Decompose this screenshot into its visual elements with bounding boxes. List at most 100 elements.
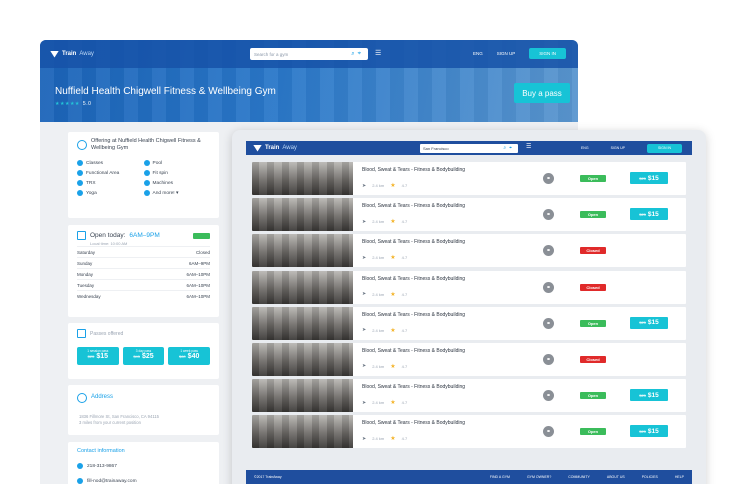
language-selector[interactable]: ENG [473, 51, 483, 56]
gym-photo[interactable] [252, 306, 353, 340]
result-row[interactable]: Blood, Sweat & Tears - Fitness & Bodybui… [252, 162, 686, 195]
link-icon[interactable]: ⚭ [543, 245, 554, 257]
classes-icon [77, 160, 83, 166]
search-input[interactable]: Search for a gym ⌕⌖ [250, 48, 368, 60]
link-icon[interactable]: ⚭ [543, 390, 554, 402]
result-row[interactable]: Blood, Sweat & Tears - Fitness & Bodybui… [252, 270, 686, 304]
signin-button[interactable]: SIGN IN [529, 48, 566, 59]
address-text: 1836 Fillmore St, San Francisco, CA 9411… [79, 414, 210, 426]
footer-link-about[interactable]: ABOUT US [607, 475, 625, 479]
location-icon[interactable]: ⌖ [509, 145, 515, 151]
search-input[interactable]: San Francisco ⌕⌖ [420, 143, 518, 153]
status-badge: Open [580, 211, 606, 219]
status-badge: Open [580, 428, 606, 436]
signup-link[interactable]: SIGN UP [611, 146, 625, 150]
logo[interactable]: Train Away [50, 50, 94, 58]
logo-brand: Train [265, 145, 280, 151]
navigation-icon: ➤ [362, 435, 367, 442]
amenity-label: Pool [152, 160, 163, 166]
phone-number[interactable]: 218-313-9867 [87, 464, 117, 469]
current-price: $15 [647, 174, 659, 182]
pass-option[interactable]: 1 week pass $60 $40 [168, 347, 211, 365]
results-list: Blood, Sweat & Tears - Fitness & Bodybui… [252, 162, 686, 452]
navigation-icon: ➤ [362, 399, 367, 406]
footer: ©2017 TrainAway FIND A GYM GYM OWNER? CO… [246, 470, 692, 484]
gym-name[interactable]: Blood, Sweat & Tears - Fitness & Bodybui… [362, 420, 504, 426]
gym-name[interactable]: Blood, Sweat & Tears - Fitness & Bodybui… [362, 384, 504, 390]
status-badge: Open [580, 175, 606, 182]
hours-row: Monday 6AM–10PM [77, 268, 210, 279]
menu-icon[interactable]: ☰ [375, 49, 383, 58]
email-address[interactable]: fill-nod@trainaway.com [87, 479, 137, 484]
gym-name[interactable]: Blood, Sweat & Tears - Fitness & Bodybui… [362, 203, 504, 209]
amenity-item: Functional Area [77, 170, 144, 176]
amenity-label: Functional Area [86, 170, 120, 176]
gym-photo[interactable] [252, 198, 353, 232]
link-icon[interactable]: ⚭ [543, 317, 554, 329]
gym-name[interactable]: Blood, Sweat & Tears - Fitness & Bodybui… [362, 167, 504, 173]
result-row[interactable]: Blood, Sweat & Tears - Fitness & Bodybui… [252, 379, 686, 413]
result-row[interactable]: Blood, Sweat & Tears - Fitness & Bodybui… [252, 234, 686, 268]
signin-button[interactable]: SIGN IN [646, 143, 682, 153]
buy-pass-button[interactable]: Buy a pass [514, 83, 570, 103]
language-selector[interactable]: ENG [581, 146, 589, 150]
price-button[interactable]: $25 $15 [630, 389, 668, 402]
navigation-icon: ➤ [362, 363, 367, 370]
gym-name[interactable]: Blood, Sweat & Tears - Fitness & Bodybui… [362, 312, 504, 318]
pass-option[interactable]: 1 session pass $25 $15 [77, 347, 119, 365]
signup-link[interactable]: SIGN UP [497, 51, 516, 56]
result-row[interactable]: Blood, Sweat & Tears - Fitness & Bodybui… [252, 198, 686, 232]
gym-photo[interactable] [252, 415, 353, 449]
and-more-toggle[interactable]: And more! ▾ [143, 190, 211, 196]
menu-icon[interactable]: ☰ [526, 143, 534, 152]
contact-label: Contact information [77, 448, 125, 454]
hours-row: Sunday 6AM–9PM [77, 257, 210, 268]
pass-old-price: $25 [87, 354, 95, 359]
logo[interactable]: Train Away [253, 144, 297, 152]
ticket-icon [77, 329, 86, 338]
gym-name[interactable]: Blood, Sweat & Tears - Fitness & Bodybui… [362, 348, 504, 354]
gym-photo[interactable] [252, 234, 353, 268]
link-icon[interactable]: ⚭ [543, 426, 554, 438]
status-badge: Open [580, 319, 606, 327]
rating-value: 4.7 [401, 363, 408, 369]
logo-brand-light: Away [79, 51, 94, 57]
email-icon [77, 478, 83, 484]
top-nav: Train Away Search for a gym ⌕⌖ ☰ ENG SIGN… [40, 40, 578, 68]
gym-photo[interactable] [252, 342, 353, 376]
price-button[interactable]: $25 $15 [630, 208, 668, 221]
footer-link-policies[interactable]: POLICIES [642, 475, 658, 479]
location-icon[interactable]: ⌖ [358, 51, 364, 57]
old-price: $25 [639, 428, 646, 434]
link-icon[interactable]: ⚭ [543, 173, 554, 184]
price-button[interactable]: $25 $15 [630, 172, 668, 184]
result-info: Blood, Sweat & Tears - Fitness & Bodybui… [353, 415, 513, 448]
footer-link-gym-owner[interactable]: GYM OWNER? [527, 475, 551, 479]
machines-icon [143, 180, 150, 186]
footer-link-find-gym[interactable]: FIND A GYM [490, 475, 510, 479]
address-card: Address 1836 Fillmore St, San Francisco,… [68, 385, 219, 435]
result-row[interactable]: Blood, Sweat & Tears - Fitness & Bodybui… [252, 342, 686, 376]
gym-name[interactable]: Blood, Sweat & Tears - Fitness & Bodybui… [362, 239, 504, 245]
star-icon: ★ [390, 327, 396, 334]
footer-link-community[interactable]: COMMUNITY [568, 475, 590, 479]
gym-photo[interactable] [252, 162, 353, 195]
footer-link-help[interactable]: HELP [675, 475, 684, 479]
rating-value: 4.7 [401, 400, 408, 406]
result-row[interactable]: Blood, Sweat & Tears - Fitness & Bodybui… [252, 306, 686, 340]
gym-name[interactable]: Blood, Sweat & Tears - Fitness & Bodybui… [362, 276, 504, 282]
gym-photo[interactable] [252, 270, 353, 304]
gym-photo[interactable] [252, 379, 353, 413]
link-icon[interactable]: ⚭ [543, 353, 554, 365]
link-icon[interactable]: ⚭ [543, 209, 554, 221]
amenity-label: TRX [86, 180, 96, 186]
star-icon: ★ [390, 400, 396, 407]
hours-day: Tuesday [77, 282, 95, 288]
pass-option[interactable]: 3 day pass $45 $25 [122, 347, 165, 365]
amenities-list: Classes Pool Functional Area Fit spin TR… [77, 160, 210, 196]
price-button[interactable]: $25 $15 [630, 316, 668, 329]
result-row[interactable]: Blood, Sweat & Tears - Fitness & Bodybui… [252, 415, 686, 449]
link-icon[interactable]: ⚭ [543, 281, 554, 293]
functional-area-icon [77, 170, 83, 176]
price-button[interactable]: $25 $15 [630, 425, 668, 438]
